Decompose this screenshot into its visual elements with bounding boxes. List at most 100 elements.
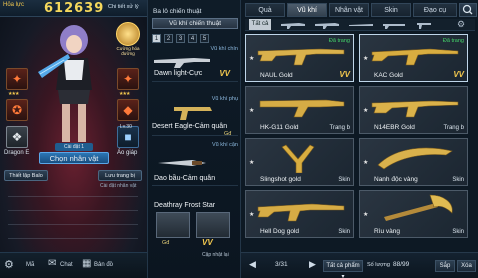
helmet-icon: ✪ <box>11 103 23 117</box>
favorite-star-icon[interactable]: ★ <box>363 55 368 62</box>
weapon-card[interactable]: ★ Đã trang NAUL Gold VV <box>245 34 354 82</box>
armor-icon: ◆ <box>123 103 133 117</box>
character-model <box>38 25 92 142</box>
tab-characters[interactable]: Nhân vật <box>329 3 369 17</box>
grade-badge: VV <box>339 70 350 79</box>
weapon-name: Slingshot gold <box>260 176 301 183</box>
favorite-star-icon[interactable]: ★ <box>249 211 254 218</box>
backpack-settings-button[interactable]: Thiết lập Balo <box>4 170 48 181</box>
favorite-star-icon[interactable]: ★ <box>363 211 368 218</box>
bottom-label-map[interactable]: Bản đồ <box>94 262 113 268</box>
quality-filter-value: Tất cả phẩm <box>326 263 360 269</box>
detail-link[interactable]: Chi tiết xử lý <box>108 4 139 10</box>
shotgun-icon <box>257 203 345 222</box>
map-icon[interactable]: ▦ <box>82 258 91 269</box>
shotgun-filter-icon[interactable] <box>383 21 405 29</box>
armor-label: Áo giáp <box>117 150 138 156</box>
page-4[interactable]: 4 <box>188 34 197 43</box>
slot-weapon-name: Deathray Frost Star <box>154 202 216 209</box>
gold-badge: Gđ <box>162 240 170 246</box>
slot-weapon-left[interactable]: ✦ <box>6 68 28 90</box>
enhance-label: Cường hóa đường <box>116 46 140 56</box>
smg-filter-icon[interactable] <box>315 21 339 29</box>
loadout-pages: 1 2 3 4 5 <box>152 34 209 43</box>
page-3[interactable]: 3 <box>176 34 185 43</box>
delete-button[interactable]: Xóa <box>457 260 476 272</box>
left-bottom-bar: ⚙ Mã ✉ Chat ▦ Bản đồ <box>0 252 147 278</box>
rifle-icon <box>259 99 345 118</box>
loadout-slot-secondary[interactable]: Vũ khí phụ Desert Eagle-Cảm quân Gđ <box>152 96 238 137</box>
weapon-card[interactable]: ★ Đã trang KAC Gold VV <box>359 34 468 82</box>
slot-dragon[interactable]: ❖ <box>6 126 28 148</box>
save-loadout-button[interactable]: Lưu trang bị <box>98 170 142 181</box>
weapon-card[interactable]: ★ Slingshot gold Skin <box>245 138 354 186</box>
slot-weapon-name: Desert Eagle-Cảm quân <box>152 123 228 130</box>
skin-label: Skin <box>338 177 350 183</box>
slot-category: Vũ khí chín <box>210 46 238 52</box>
search-button[interactable] <box>459 3 477 17</box>
favorite-star-icon[interactable]: ★ <box>249 107 254 114</box>
weapon-name: Rìu vàng <box>374 228 401 235</box>
bottom-label-ma[interactable]: Mã <box>26 262 34 268</box>
favorite-star-icon[interactable]: ★ <box>363 107 368 114</box>
slot-helmet[interactable]: ✪ <box>6 99 28 121</box>
rifle-filter-icon[interactable] <box>281 21 305 29</box>
page-1[interactable]: 1 <box>152 34 161 43</box>
sniper-filter-icon[interactable] <box>349 21 373 29</box>
slot-armor[interactable]: ◆ <box>117 99 139 121</box>
settings-icon[interactable]: ⚙ <box>457 19 465 30</box>
axe-icon <box>384 194 453 221</box>
tab-weapons[interactable]: Vũ khí <box>287 3 327 17</box>
weapon-name: N14EBR Gold <box>374 124 415 131</box>
character-settings-link[interactable]: Cài đặt nhân vật <box>100 183 136 189</box>
bottom-label-chat[interactable]: Chat <box>60 262 73 268</box>
pistol-icon <box>174 107 212 120</box>
item-thumb <box>196 212 230 238</box>
equipped-tag: Đã trang <box>328 38 350 44</box>
filter-all[interactable]: Tất cả <box>249 19 271 30</box>
level-label: Lv.30 <box>120 124 132 130</box>
tab-skin[interactable]: Skin <box>371 3 411 17</box>
slot-stars: ★★★ <box>8 91 19 97</box>
pistol-filter-icon[interactable] <box>417 21 431 29</box>
loadout-slot-special[interactable]: Deathray Frost Star Gđ VV <box>152 202 238 250</box>
gear-icon[interactable]: ⚙ <box>4 258 14 271</box>
page-2[interactable]: 2 <box>164 34 173 43</box>
rifle-icon <box>154 58 210 68</box>
knife-icon <box>158 160 206 166</box>
weapon-name: NAUL Gold <box>260 72 293 79</box>
equip-status: Trang b <box>443 125 464 131</box>
chat-icon[interactable]: ✉ <box>48 258 56 269</box>
tab-gift[interactable]: Quà <box>245 3 285 17</box>
choose-character-button[interactable]: Chọn nhân vật <box>39 152 109 164</box>
skin-label: Skin <box>452 229 464 235</box>
quality-filter-select[interactable]: Tất cả phẩm ▾ <box>323 260 363 278</box>
favorite-star-icon[interactable]: ★ <box>363 159 368 166</box>
refresh-link[interactable]: Cập nhật lại <box>202 252 229 258</box>
weapon-card[interactable]: ★ N14EBR Gold Trang b <box>359 86 468 134</box>
page-5[interactable]: 5 <box>200 34 209 43</box>
weapon-name: Hell Dog gold <box>260 228 300 235</box>
favorite-star-icon[interactable]: ★ <box>249 55 254 62</box>
tab-items[interactable]: Đạo cụ <box>413 3 457 17</box>
weapon-name: Nanh độc vàng <box>374 176 418 183</box>
weapon-card[interactable]: ★ Hell Dog gold Skin <box>245 190 354 238</box>
tactical-weapons-tab[interactable]: Vũ khí chiến thuật <box>152 18 238 29</box>
loadout-slot-primary[interactable]: Vũ khí chín Dawn light-Cực VV <box>152 46 238 82</box>
backpack-title: Ba lô chiến thuật <box>153 8 202 15</box>
dragon-label: Dragon E <box>4 150 30 156</box>
rifle-icon <box>257 48 345 66</box>
loadout-slot-melee[interactable]: Vũ khí cận Dao bầu-Cảm quân <box>152 142 238 186</box>
sort-button[interactable]: Sắp <box>435 260 455 272</box>
next-page-icon[interactable]: ▶ <box>309 259 316 270</box>
equipped-tag: Đã trang <box>442 38 464 44</box>
prev-page-icon[interactable]: ◀ <box>249 259 256 270</box>
backpack-icon: ■ <box>124 130 132 144</box>
weapon-card[interactable]: ★ Rìu vàng Skin <box>359 190 468 238</box>
slingshot-icon <box>281 144 315 173</box>
weapon-card[interactable]: ★ HK-G11 Gold Trang b <box>245 86 354 134</box>
enhance-badge[interactable]: Cường hóa đường <box>113 22 143 56</box>
favorite-star-icon[interactable]: ★ <box>249 159 254 166</box>
slot-weapon-right[interactable]: ✦ <box>117 68 139 90</box>
weapon-card[interactable]: ★ Nanh độc vàng Skin <box>359 138 468 186</box>
